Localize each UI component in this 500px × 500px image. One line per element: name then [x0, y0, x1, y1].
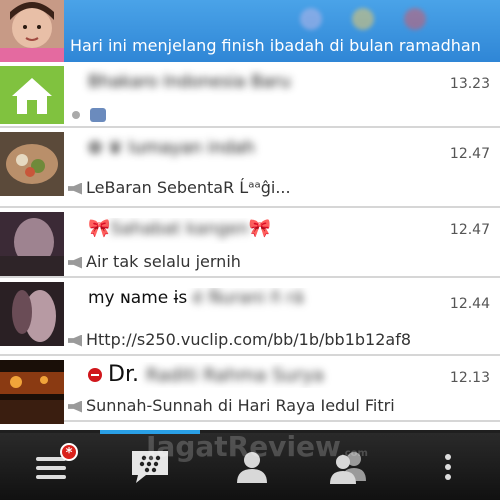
chat-row[interactable]: my ɴame ɨs é Ňurani ñ rá 12.44 Http://s2…: [0, 278, 500, 356]
contact-person-icon: [237, 452, 267, 483]
notification-badge: *: [60, 443, 78, 461]
chat-preview-text: Http://s250.vuclip.com/bb/1b/bb1b12af8: [86, 330, 412, 349]
tab-chats[interactable]: [120, 439, 180, 495]
bbm-chat-list-screen: Hari ini menjelang finish ibadah di bula…: [0, 0, 500, 500]
avatar: [0, 360, 64, 424]
tab-contacts[interactable]: [222, 439, 282, 495]
contact-name: 🎀Sahabat kangen🎀: [88, 218, 272, 239]
home-icon: [0, 66, 64, 124]
chat-row[interactable]: Dr. Raditi Rahma Surya 12.13 Sunnah-Sunn…: [0, 356, 500, 424]
thumbs-up-icon: [90, 107, 106, 122]
chat-preview-text: Sunnah-Sunnah di Hari Raya Iedul Fitri: [86, 396, 395, 415]
broadcast-icon: [68, 256, 82, 269]
contact-name: my ɴame ɨs é Ňurani ñ rá: [88, 288, 304, 308]
chat-time: 12.47: [449, 222, 490, 238]
chat-time: 12.47: [449, 146, 490, 162]
groups-icon: [330, 452, 366, 484]
chat-preview: Http://s250.vuclip.com/bb/1b/bb1b12af8: [68, 330, 488, 349]
chat-time: 13.23: [449, 76, 490, 92]
chat-preview-text: LeBaran SebentaR Ĺᵃᵃĝi...: [86, 178, 291, 197]
tab-groups[interactable]: [318, 439, 378, 495]
profile-avatar[interactable]: [0, 0, 64, 62]
more-options-button[interactable]: [418, 439, 478, 495]
chat-preview: [68, 104, 488, 123]
avatar: [0, 66, 64, 124]
bottom-action-bar: *: [0, 430, 500, 500]
ribbon-icon: 🎀: [88, 218, 111, 239]
contact-name: ✿ ♛ lumayan indah: [88, 138, 255, 158]
avatar: [0, 132, 64, 196]
contact-name: Dr. Raditi Rahma Surya: [88, 362, 428, 388]
chat-time: 12.13: [449, 370, 490, 386]
chat-preview: Air tak selalu jernih: [68, 252, 488, 271]
read-status-icon: [72, 110, 80, 119]
chat-time: 12.44: [449, 296, 490, 312]
active-tab-indicator: [100, 430, 200, 434]
chat-row[interactable]: Bhakaro Indonesia Baru 13.23: [0, 62, 500, 128]
ribbon-icon: 🎀: [248, 218, 272, 239]
chat-preview: LeBaran SebentaR Ĺᵃᵃĝi...: [68, 178, 488, 197]
personal-message: Hari ini menjelang finish ibadah di bula…: [70, 36, 481, 55]
profile-status-banner[interactable]: Hari ini menjelang finish ibadah di bula…: [0, 0, 500, 62]
broadcast-icon: [68, 182, 82, 195]
chat-preview-text: Air tak selalu jernih: [86, 252, 241, 271]
contact-name: Bhakaro Indonesia Baru: [88, 72, 291, 92]
broadcast-icon: [68, 334, 82, 347]
blurred-header-icons: [300, 8, 426, 30]
avatar: [0, 282, 64, 346]
busy-status-icon: [88, 368, 102, 382]
chat-preview: Sunnah-Sunnah di Hari Raya Iedul Fitri: [68, 396, 488, 415]
broadcast-icon: [68, 400, 82, 413]
chat-row[interactable]: ✿ ♛ lumayan indah 12.47 LeBaran SebentaR…: [0, 128, 500, 208]
chat-row[interactable]: 🎀Sahabat kangen🎀 12.47 Air tak selalu je…: [0, 208, 500, 278]
overflow-menu-icon: [445, 454, 451, 480]
bbm-chat-icon: [132, 451, 168, 483]
avatar: [0, 212, 64, 276]
